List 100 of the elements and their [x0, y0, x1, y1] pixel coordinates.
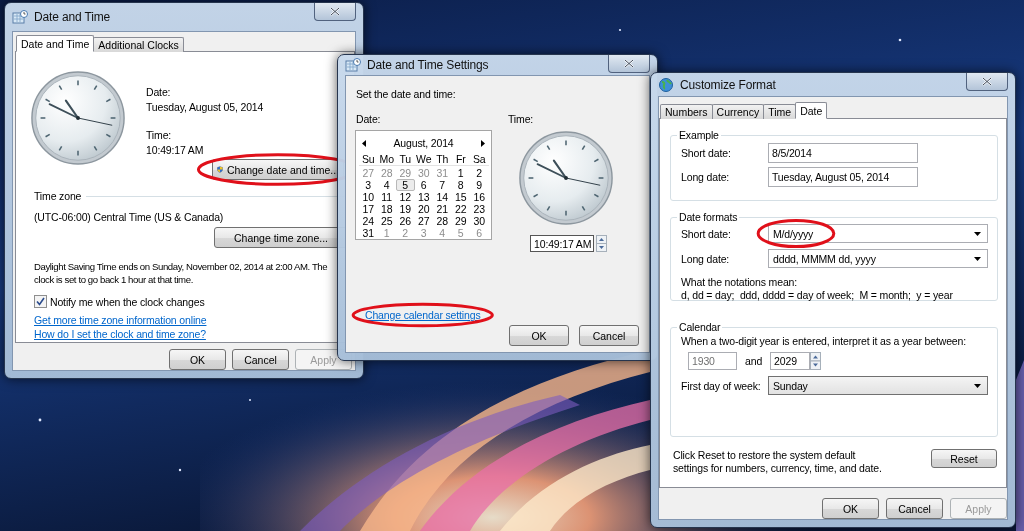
field-label: Short date:	[681, 227, 732, 240]
shield-icon	[217, 163, 223, 176]
previous-month-button[interactable]	[360, 138, 368, 148]
close-button[interactable]	[966, 73, 1008, 91]
calendar-day[interactable]: 3	[414, 227, 433, 239]
section-heading: Time zone	[34, 190, 82, 202]
spin-control[interactable]	[596, 235, 607, 252]
first-day-dropdown[interactable]: Sunday	[768, 376, 988, 395]
weekday-label: Sa	[470, 153, 489, 166]
dialog-button[interactable]: OK	[169, 349, 226, 370]
calendar-day[interactable]: 23	[470, 203, 489, 215]
tab[interactable]: Currency	[711, 104, 765, 119]
tab[interactable]: Date	[795, 102, 828, 119]
calendar-day[interactable]: 29	[451, 215, 470, 227]
calendar-day[interactable]: 21	[433, 203, 452, 215]
calendar-day[interactable]: 5	[451, 227, 470, 239]
time-label: Time:	[146, 129, 173, 141]
spin-control[interactable]	[810, 352, 822, 370]
dst-message: Daylight Saving Time ends on Sunday, November 02, 2014 at 2:00 AM. The clock is set to go back 1 hour at that time.	[34, 260, 329, 286]
group-heading: Calendar	[678, 321, 722, 333]
calendar-day[interactable]: 30	[470, 215, 489, 227]
calendar-day[interactable]: 30	[414, 167, 433, 179]
calendar-day[interactable]: 29	[396, 167, 415, 179]
weekday-label: We	[414, 153, 433, 166]
calendar-day[interactable]: 11	[377, 191, 396, 203]
dialog-button[interactable]: Cancel	[886, 498, 943, 519]
weekday-label: Th	[433, 153, 452, 166]
tab[interactable]: Additional Clocks	[93, 37, 184, 52]
calendar-day[interactable]: 6	[470, 227, 489, 239]
calendar-day[interactable]: 6	[414, 179, 433, 191]
time-label: Time:	[508, 113, 534, 125]
calendar-day[interactable]: 25	[377, 215, 396, 227]
help-link[interactable]: Get more time zone information online	[34, 314, 207, 326]
dropdown-value: M/d/yyyy	[773, 227, 814, 240]
notation-legend: d, dd = day; ddd, dddd = day of week; M = month; y = year	[681, 289, 987, 301]
dialog-button[interactable]: OK	[822, 498, 879, 519]
window-title: Customize Format	[680, 77, 776, 92]
calendar-day[interactable]: 20	[414, 203, 433, 215]
calendar-day[interactable]: 31	[359, 227, 378, 239]
calendar-day[interactable]: 3	[359, 179, 378, 191]
calendar-day[interactable]: 19	[396, 203, 415, 215]
tab[interactable]: Time	[763, 104, 797, 119]
calendar-day[interactable]: 4	[433, 227, 452, 239]
checkbox-label: Notify me when the clock changes	[50, 295, 205, 308]
date-label: Date:	[146, 86, 172, 98]
calendar-day[interactable]: 26	[396, 215, 415, 227]
close-icon	[624, 59, 634, 68]
calendar-day[interactable]: 1	[451, 167, 470, 179]
year-range-prompt: When a two-digit year is entered, interpret it as a year between:	[681, 335, 967, 347]
checkbox[interactable]	[34, 295, 47, 308]
calendar-day[interactable]: 1	[377, 227, 396, 239]
calendar-day[interactable]: 18	[377, 203, 396, 215]
date-label: Date:	[356, 113, 382, 125]
calendar-day[interactable]: 8	[451, 179, 470, 191]
time-field[interactable]: 10:49:17 AM	[530, 235, 594, 252]
group-heading: Date formats	[678, 211, 739, 223]
calendar-day[interactable]: 9	[470, 179, 489, 191]
month-title: August, 2014	[393, 137, 454, 149]
calendar-day[interactable]: 28	[433, 215, 452, 227]
calendar-day[interactable]: 4	[377, 179, 396, 191]
calendar-day[interactable]: 15	[451, 191, 470, 203]
group-heading: Example	[678, 129, 720, 141]
calendar-day[interactable]: 14	[433, 191, 452, 203]
calendar-day[interactable]: 10	[359, 191, 378, 203]
tab[interactable]: Date and Time	[16, 35, 95, 52]
tab[interactable]: Numbers	[660, 104, 713, 119]
calendar-day[interactable]: 28	[377, 167, 396, 179]
calendar-day[interactable]: 7	[433, 179, 452, 191]
window-title: Date and Time Settings	[367, 58, 489, 72]
calendar-day[interactable]: 2	[396, 227, 415, 239]
field-label: Long date:	[681, 171, 731, 183]
format-dropdown[interactable]: dddd, MMMM dd, yyyy	[768, 249, 988, 268]
dialog-button[interactable]: Cancel	[579, 325, 639, 346]
help-link[interactable]: How do I set the clock and time zone?	[34, 328, 206, 340]
calendar-day[interactable]: 12	[396, 191, 415, 203]
calendar-day[interactable]: 16	[470, 191, 489, 203]
calendar-day[interactable]: 27	[414, 215, 433, 227]
calendar-day[interactable]: 17	[359, 203, 378, 215]
next-month-button[interactable]	[479, 138, 487, 148]
calendar-day[interactable]: 2	[470, 167, 489, 179]
calendar-day[interactable]: 24	[359, 215, 378, 227]
close-icon	[982, 77, 992, 86]
window-title: Date and Time	[34, 10, 111, 24]
calendar-day[interactable]: 22	[451, 203, 470, 215]
field-label: Long date:	[681, 252, 731, 265]
dropdown-value: Sunday	[773, 379, 808, 392]
dialog-button[interactable]: Cancel	[232, 349, 289, 370]
weekday-label: Tu	[396, 153, 415, 166]
close-button[interactable]	[608, 55, 650, 73]
calendar-day[interactable]: 5	[396, 179, 415, 191]
date-value: Tuesday, August 05, 2014	[146, 101, 264, 113]
field-label: First day of week:	[681, 379, 762, 392]
dialog-button[interactable]: OK	[509, 325, 569, 346]
close-button[interactable]	[314, 3, 356, 21]
year-field[interactable]: 2029	[770, 352, 811, 370]
calendar-clock-icon	[12, 9, 28, 25]
reset-button[interactable]: Reset	[931, 449, 997, 468]
calendar-day[interactable]: 27	[359, 167, 378, 179]
format-dropdown[interactable]: M/d/yyyy	[768, 224, 988, 243]
calendar-day[interactable]: 13	[414, 191, 433, 203]
